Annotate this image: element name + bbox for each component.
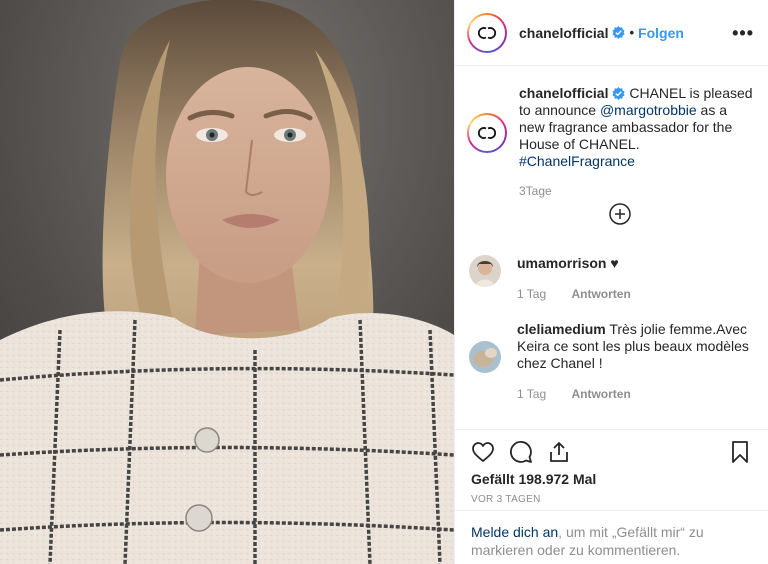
caption-avatar[interactable]	[467, 113, 507, 153]
mention-link[interactable]: @margotrobbie	[600, 102, 697, 118]
plus-circle-icon[interactable]	[609, 203, 631, 225]
chanel-logo-icon	[478, 26, 496, 39]
verified-badge-icon	[612, 26, 626, 39]
heart-icon[interactable]	[471, 440, 495, 464]
comment-time: 1 Tag	[517, 387, 547, 401]
like-count[interactable]: Gefällt 198.972 Mal	[471, 471, 752, 487]
comments-section[interactable]: chanelofficial CHANEL is pleased to anno…	[455, 67, 768, 429]
comment-username[interactable]: cleliamedium	[517, 321, 606, 337]
hashtag-link[interactable]: #ChanelFragrance	[519, 153, 635, 169]
user-photo-icon	[469, 341, 501, 373]
comment-time: 1 Tag	[517, 287, 547, 301]
verified-badge-icon	[612, 87, 626, 100]
avatar[interactable]	[469, 341, 501, 373]
bookmark-icon[interactable]	[728, 440, 752, 464]
follow-button[interactable]: Folgen	[638, 25, 684, 41]
chanel-logo-icon	[478, 127, 496, 139]
comment-username[interactable]: umamorrison	[517, 255, 606, 271]
post-header: chanelofficial • Folgen •••	[455, 0, 768, 66]
comment-item: umamorrison ♥ 1 Tag Antworten	[469, 255, 759, 303]
portrait-illustration	[0, 0, 454, 564]
share-icon[interactable]	[547, 440, 571, 464]
post-image[interactable]	[0, 0, 454, 564]
avatar[interactable]	[469, 255, 501, 287]
separator-dot: •	[629, 25, 635, 40]
post-side-panel: chanelofficial • Folgen ••• chaneloffici…	[454, 0, 768, 564]
more-options-icon[interactable]: •••	[732, 24, 754, 42]
reply-button[interactable]: Antworten	[571, 387, 630, 401]
login-prompt: Melde dich an, um mit „Gefällt mir“ zu m…	[455, 510, 768, 559]
comment-icon[interactable]	[509, 440, 533, 464]
avatar[interactable]	[467, 12, 507, 53]
header-username[interactable]: chanelofficial	[519, 25, 608, 41]
reply-button[interactable]: Antworten	[571, 287, 630, 301]
action-icons	[471, 434, 752, 470]
caption-body: chanelofficial CHANEL is pleased to anno…	[519, 85, 754, 200]
caption: chanelofficial CHANEL is pleased to anno…	[455, 67, 768, 200]
post-actions: Gefällt 198.972 Mal VOR 3 TAGEN	[455, 429, 768, 505]
caption-time: 3Tage	[519, 184, 552, 198]
caption-username[interactable]: chanelofficial	[519, 85, 608, 101]
post-date: VOR 3 TAGEN	[471, 494, 541, 505]
comment-item: cleliamedium Très jolie femme.Avec Keira…	[469, 321, 759, 403]
user-photo-icon	[469, 255, 501, 287]
comment-text: ♥	[606, 255, 619, 271]
login-link[interactable]: Melde dich an	[471, 524, 558, 540]
